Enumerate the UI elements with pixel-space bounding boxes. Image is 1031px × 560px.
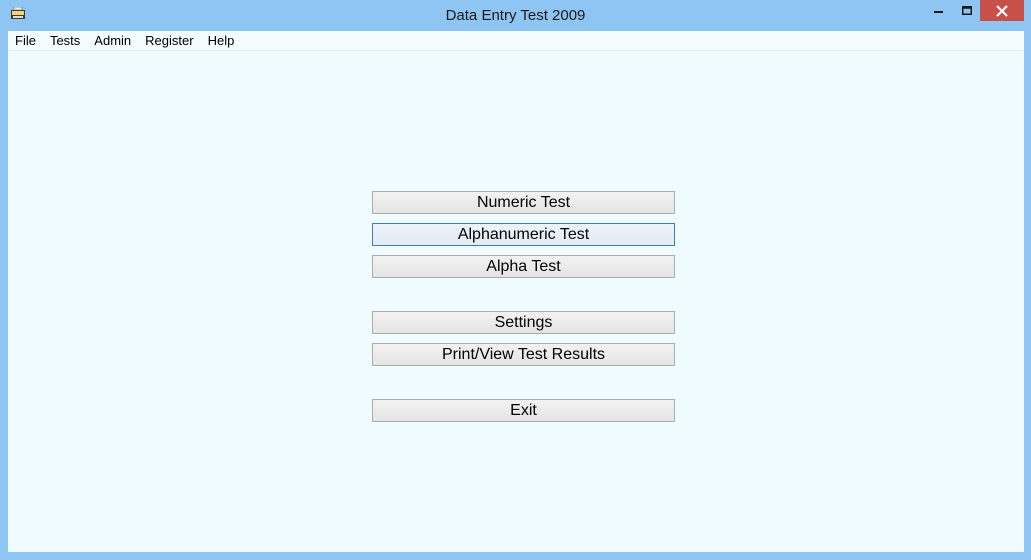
menu-help[interactable]: Help (201, 31, 242, 50)
client-area: File Tests Admin Register Help Numeric T… (8, 31, 1024, 552)
exit-button[interactable]: Exit (372, 399, 675, 422)
close-button[interactable] (980, 0, 1024, 21)
minimize-icon (933, 10, 943, 13)
window-title: Data Entry Test 2009 (445, 7, 586, 24)
menu-admin[interactable]: Admin (87, 31, 138, 50)
menu-file[interactable]: File (8, 31, 43, 50)
print-view-results-button[interactable]: Print/View Test Results (372, 343, 675, 366)
alpha-test-button[interactable]: Alpha Test (372, 255, 675, 278)
alphanumeric-test-button[interactable]: Alphanumeric Test (372, 223, 675, 246)
minimize-button[interactable] (924, 0, 953, 21)
menu-register[interactable]: Register (138, 31, 200, 50)
menu-tests[interactable]: Tests (43, 31, 87, 50)
menu-bar: File Tests Admin Register Help (8, 31, 1024, 51)
close-icon (996, 4, 1008, 17)
app-window: Data Entry Test 2009 File Tests Admin Re… (0, 0, 1031, 560)
settings-button[interactable]: Settings (372, 311, 675, 334)
maximize-button[interactable] (953, 0, 980, 21)
title-bar[interactable]: Data Entry Test 2009 (0, 0, 1031, 31)
maximize-icon (961, 5, 972, 15)
numeric-test-button[interactable]: Numeric Test (372, 191, 675, 214)
